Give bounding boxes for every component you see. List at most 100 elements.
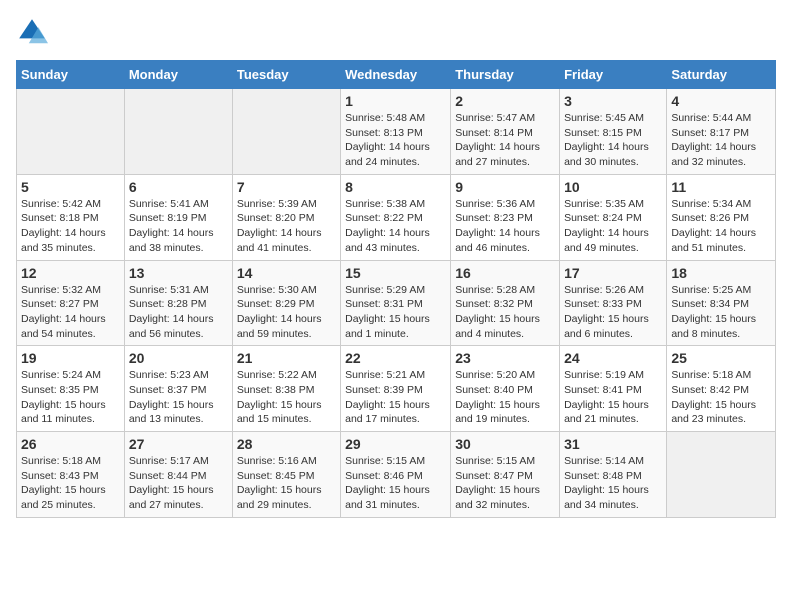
weekday-header-monday: Monday — [124, 61, 232, 89]
calendar-cell: 25 Sunrise: 5:18 AM Sunset: 8:42 PM Dayli… — [667, 346, 776, 432]
calendar-cell: 8 Sunrise: 5:38 AM Sunset: 8:22 PM Daylig… — [341, 174, 451, 260]
day-info: Sunrise: 5:19 AM Sunset: 8:41 PM Dayligh… — [564, 368, 662, 427]
day-number: 11 — [671, 179, 771, 195]
day-number: 12 — [21, 265, 120, 281]
logo — [16, 16, 52, 48]
calendar-cell: 18Sunrise: 5:25 AM Sunset: 8:34 PM Dayli… — [667, 260, 776, 346]
weekday-header-saturday: Saturday — [667, 61, 776, 89]
calendar-cell: 6 Sunrise: 5:41 AM Sunset: 8:19 PM Daylig… — [124, 174, 232, 260]
calendar-cell: 9Sunrise: 5:36 AM Sunset: 8:23 PM Daylig… — [451, 174, 560, 260]
day-info: Sunrise: 5:22 AM Sunset: 8:38 PM Dayligh… — [237, 368, 336, 427]
day-info: Sunrise: 5:34 AM Sunset: 8:26 PM Dayligh… — [671, 197, 771, 256]
day-info: Sunrise: 5:29 AM Sunset: 8:31 PM Dayligh… — [345, 283, 446, 342]
weekday-row: SundayMondayTuesdayWednesdayThursdayFrid… — [17, 61, 776, 89]
calendar-cell — [17, 89, 125, 175]
day-info: Sunrise: 5:16 AM Sunset: 8:45 PM Dayligh… — [237, 454, 336, 513]
day-info: Sunrise: 5:21 AM Sunset: 8:39 PM Dayligh… — [345, 368, 446, 427]
weekday-header-wednesday: Wednesday — [341, 61, 451, 89]
day-info: Sunrise: 5:26 AM Sunset: 8:33 PM Dayligh… — [564, 283, 662, 342]
calendar-cell: 7Sunrise: 5:39 AM Sunset: 8:20 PM Daylig… — [232, 174, 340, 260]
day-info: Sunrise: 5:30 AM Sunset: 8:29 PM Dayligh… — [237, 283, 336, 342]
day-info: Sunrise: 5:20 AM Sunset: 8:40 PM Dayligh… — [455, 368, 555, 427]
day-number: 13 — [129, 265, 228, 281]
day-number: 8 — [345, 179, 446, 195]
weekday-header-sunday: Sunday — [17, 61, 125, 89]
calendar-cell — [124, 89, 232, 175]
calendar-header: SundayMondayTuesdayWednesdayThursdayFrid… — [17, 61, 776, 89]
calendar-cell: 27 Sunrise: 5:17 AM Sunset: 8:44 PM Dayli… — [124, 432, 232, 518]
day-info: Sunrise: 5:41 AM Sunset: 8:19 PM Dayligh… — [129, 197, 228, 256]
day-info: Sunrise: 5:24 AM Sunset: 8:35 PM Dayligh… — [21, 368, 120, 427]
calendar-cell: 31 Sunrise: 5:14 AM Sunset: 8:48 PM Dayli… — [560, 432, 667, 518]
calendar-cell: 26 Sunrise: 5:18 AM Sunset: 8:43 PM Dayli… — [17, 432, 125, 518]
day-number: 23 — [455, 350, 555, 366]
day-info: Sunrise: 5:28 AM Sunset: 8:32 PM Dayligh… — [455, 283, 555, 342]
day-number: 25 — [671, 350, 771, 366]
calendar-table: SundayMondayTuesdayWednesdayThursdayFrid… — [16, 60, 776, 518]
day-number: 16 — [455, 265, 555, 281]
calendar-cell: 5 Sunrise: 5:42 AM Sunset: 8:18 PM Daylig… — [17, 174, 125, 260]
calendar-cell: 2 Sunrise: 5:47 AM Sunset: 8:14 PM Daylig… — [451, 89, 560, 175]
day-number: 20 — [129, 350, 228, 366]
calendar-cell: 29Sunrise: 5:15 AM Sunset: 8:46 PM Dayli… — [341, 432, 451, 518]
calendar-cell: 3 Sunrise: 5:45 AM Sunset: 8:15 PM Daylig… — [560, 89, 667, 175]
day-number: 6 — [129, 179, 228, 195]
logo-icon — [16, 16, 48, 48]
day-info: Sunrise: 5:44 AM Sunset: 8:17 PM Dayligh… — [671, 111, 771, 170]
calendar-body: 1 Sunrise: 5:48 AM Sunset: 8:13 PM Daylig… — [17, 89, 776, 518]
day-info: Sunrise: 5:45 AM Sunset: 8:15 PM Dayligh… — [564, 111, 662, 170]
day-number: 10 — [564, 179, 662, 195]
calendar-week-3: 19 Sunrise: 5:24 AM Sunset: 8:35 PM Dayli… — [17, 346, 776, 432]
day-info: Sunrise: 5:18 AM Sunset: 8:43 PM Dayligh… — [21, 454, 120, 513]
day-number: 3 — [564, 93, 662, 109]
day-number: 14 — [237, 265, 336, 281]
calendar-cell: 20 Sunrise: 5:23 AM Sunset: 8:37 PM Dayli… — [124, 346, 232, 432]
day-info: Sunrise: 5:23 AM Sunset: 8:37 PM Dayligh… — [129, 368, 228, 427]
calendar-cell: 28 Sunrise: 5:16 AM Sunset: 8:45 PM Dayli… — [232, 432, 340, 518]
page-header — [16, 16, 776, 48]
day-info: Sunrise: 5:32 AM Sunset: 8:27 PM Dayligh… — [21, 283, 120, 342]
day-number: 21 — [237, 350, 336, 366]
calendar-cell: 12 Sunrise: 5:32 AM Sunset: 8:27 PM Dayli… — [17, 260, 125, 346]
day-number: 26 — [21, 436, 120, 452]
day-info: Sunrise: 5:35 AM Sunset: 8:24 PM Dayligh… — [564, 197, 662, 256]
calendar-cell: 23 Sunrise: 5:20 AM Sunset: 8:40 PM Dayli… — [451, 346, 560, 432]
day-info: Sunrise: 5:42 AM Sunset: 8:18 PM Dayligh… — [21, 197, 120, 256]
day-number: 2 — [455, 93, 555, 109]
day-info: Sunrise: 5:14 AM Sunset: 8:48 PM Dayligh… — [564, 454, 662, 513]
day-number: 5 — [21, 179, 120, 195]
calendar-week-1: 5 Sunrise: 5:42 AM Sunset: 8:18 PM Daylig… — [17, 174, 776, 260]
calendar-cell: 24 Sunrise: 5:19 AM Sunset: 8:41 PM Dayli… — [560, 346, 667, 432]
day-info: Sunrise: 5:17 AM Sunset: 8:44 PM Dayligh… — [129, 454, 228, 513]
calendar-cell: 22 Sunrise: 5:21 AM Sunset: 8:39 PM Dayli… — [341, 346, 451, 432]
weekday-header-thursday: Thursday — [451, 61, 560, 89]
calendar-cell: 19 Sunrise: 5:24 AM Sunset: 8:35 PM Dayli… — [17, 346, 125, 432]
day-info: Sunrise: 5:31 AM Sunset: 8:28 PM Dayligh… — [129, 283, 228, 342]
weekday-header-tuesday: Tuesday — [232, 61, 340, 89]
day-info: Sunrise: 5:47 AM Sunset: 8:14 PM Dayligh… — [455, 111, 555, 170]
day-number: 27 — [129, 436, 228, 452]
day-info: Sunrise: 5:48 AM Sunset: 8:13 PM Dayligh… — [345, 111, 446, 170]
day-info: Sunrise: 5:18 AM Sunset: 8:42 PM Dayligh… — [671, 368, 771, 427]
calendar-cell: 1 Sunrise: 5:48 AM Sunset: 8:13 PM Daylig… — [341, 89, 451, 175]
day-number: 28 — [237, 436, 336, 452]
calendar-week-0: 1 Sunrise: 5:48 AM Sunset: 8:13 PM Daylig… — [17, 89, 776, 175]
weekday-header-friday: Friday — [560, 61, 667, 89]
day-number: 7 — [237, 179, 336, 195]
calendar-cell: 11 Sunrise: 5:34 AM Sunset: 8:26 PM Dayli… — [667, 174, 776, 260]
day-number: 31 — [564, 436, 662, 452]
day-number: 1 — [345, 93, 446, 109]
calendar-cell: 10 Sunrise: 5:35 AM Sunset: 8:24 PM Dayli… — [560, 174, 667, 260]
day-number: 19 — [21, 350, 120, 366]
calendar-cell: 13 Sunrise: 5:31 AM Sunset: 8:28 PM Dayli… — [124, 260, 232, 346]
day-info: Sunrise: 5:15 AM Sunset: 8:47 PM Dayligh… — [455, 454, 555, 513]
day-number: 17 — [564, 265, 662, 281]
day-number: 22 — [345, 350, 446, 366]
calendar-cell — [232, 89, 340, 175]
day-info: Sunrise: 5:38 AM Sunset: 8:22 PM Dayligh… — [345, 197, 446, 256]
day-number: 24 — [564, 350, 662, 366]
calendar-cell: 15Sunrise: 5:29 AM Sunset: 8:31 PM Dayli… — [341, 260, 451, 346]
day-info: Sunrise: 5:36 AM Sunset: 8:23 PM Dayligh… — [455, 197, 555, 256]
day-number: 29 — [345, 436, 446, 452]
day-number: 4 — [671, 93, 771, 109]
